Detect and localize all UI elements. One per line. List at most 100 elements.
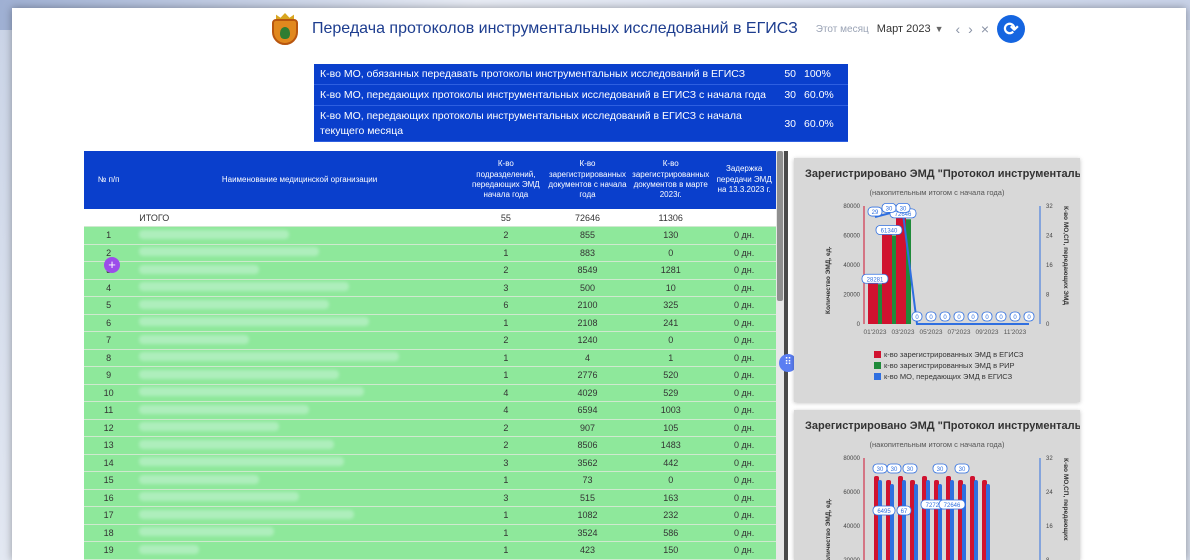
legend-item[interactable]: к-во зарегистрированных ЭМД в ЕГИСЗ	[874, 350, 1023, 361]
departments-count: 2	[465, 226, 546, 245]
table-row[interactable]: 17 1 1082 232 0 дн.	[84, 506, 776, 525]
redacted-name	[139, 229, 290, 239]
header-docs-month[interactable]: К-во зарегистрированных документов в мар…	[629, 151, 713, 209]
y2-tick-label: 16	[1046, 263, 1053, 269]
data-label: 29	[872, 210, 879, 216]
table-row[interactable]: 4 3 500 10 0 дн.	[84, 279, 776, 297]
table-row[interactable]: 10 4 4029 529 0 дн.	[84, 384, 776, 402]
y2-tick-label: 24	[1046, 490, 1053, 496]
redacted-name	[139, 264, 260, 274]
docs-year: 1082	[545, 506, 630, 525]
header-org-name[interactable]: Наименование медицинской организации	[133, 151, 466, 209]
delay-days: 0 дн.	[712, 506, 776, 525]
delay-days: 0 дн.	[712, 541, 776, 560]
docs-year: 3562	[545, 454, 630, 472]
docs-month: 241	[629, 314, 713, 332]
header-delay[interactable]: Задержка передачи ЭМД на 13.3.2023 г.	[712, 151, 776, 209]
chart-legend: к-во зарегистрированных ЭМД в ЕГИСЗ к-во…	[874, 350, 1023, 383]
table-row[interactable]: 32854912810 дн.	[84, 261, 776, 280]
delay-days: 0 дн.	[712, 296, 776, 315]
y2-tick-label: 24	[1046, 234, 1053, 240]
delay-days: 0 дн.	[712, 401, 776, 420]
legend-item[interactable]: к-во МО, передающих ЭМД в ЕГИСЗ	[874, 372, 1023, 383]
departments-count: 3	[465, 279, 546, 297]
table-row[interactable]: 2 1 883 0 0 дн.	[84, 244, 776, 262]
next-month-button[interactable]: ›	[968, 21, 973, 37]
bar-mo	[950, 480, 954, 560]
table-row[interactable]: 81410 дн.	[84, 349, 776, 367]
redacted-name	[139, 544, 200, 554]
organizations-table-container[interactable]: № п/п Наименование медицинской организац…	[84, 151, 776, 560]
header-number[interactable]: № п/п	[84, 151, 134, 209]
summary-count: 30	[784, 89, 796, 102]
docs-year: 73	[545, 471, 630, 490]
table-row[interactable]: 9 1 2776 520 0 дн.	[84, 366, 776, 385]
y-tick-label: 40000	[843, 263, 860, 269]
departments-count: 1	[465, 506, 546, 525]
summary-text: К-во МО, передающих протоколы инструмент…	[320, 110, 742, 137]
docs-month: 0	[629, 471, 713, 490]
chart-card-2: Зарегистрировано ЭМД "Протокол инструмен…	[794, 410, 1080, 560]
table-row[interactable]: 19 1 423 150 0 дн.	[84, 541, 776, 560]
table-row[interactable]: 5 6 2100 325 0 дн.	[84, 296, 776, 315]
table-row[interactable]: 12 2 907 105 0 дн.	[84, 419, 776, 437]
departments-count: 2	[465, 331, 546, 350]
departments-count: 4	[465, 401, 546, 420]
org-name	[133, 366, 466, 385]
docs-year: 4	[545, 349, 630, 367]
chart-1-plot: 80000 60000 40000 20000 0 32 24 16 8 0 Количество …	[825, 202, 1069, 336]
clear-month-button[interactable]: ×	[981, 21, 989, 37]
redacted-name	[139, 422, 280, 432]
table-row[interactable]: 16 3 515 163 0 дн.	[84, 489, 776, 507]
org-name	[133, 401, 466, 420]
org-name	[133, 331, 466, 350]
bar-mo	[902, 480, 906, 560]
table-row[interactable]: 14 3 3562 442 0 дн.	[84, 454, 776, 472]
redacted-name	[139, 439, 335, 449]
month-select[interactable]: Март 2023 ▼	[877, 23, 944, 35]
row-number: 4	[84, 279, 134, 297]
docs-month: 1003	[629, 401, 713, 420]
delay-days: 0 дн.	[712, 331, 776, 350]
table-row[interactable]: 7 2 1240 0 0 дн.	[84, 331, 776, 350]
table-row[interactable]: 6 1 2108 241 0 дн.	[84, 314, 776, 332]
region-crest-icon	[272, 13, 298, 45]
add-row-button[interactable]: +	[104, 257, 120, 273]
page-title: Передача протоколов инструментальных исс…	[312, 20, 798, 37]
redacted-name	[139, 509, 355, 519]
x-tick-label: 03'2023	[892, 329, 915, 336]
delay-days: 0 дн.	[712, 314, 776, 332]
y2-tick-label: 32	[1046, 456, 1053, 462]
delay-days: 0 дн.	[712, 279, 776, 297]
bar-egisz	[868, 282, 878, 324]
table-row[interactable]: 15 1 73 0 0 дн.	[84, 471, 776, 490]
total-docs-month: 11306	[629, 209, 713, 227]
month-label: Этот месяц	[815, 23, 869, 35]
prev-month-button[interactable]: ‹	[956, 21, 961, 37]
table-row[interactable]: 13 2 8506 1483 0 дн.	[84, 436, 776, 455]
table-row[interactable]: 18 1 3524 586 0 дн.	[84, 524, 776, 542]
scrollbar-thumb[interactable]	[777, 151, 783, 301]
legend-item[interactable]: к-во зарегистрированных ЭМД в РИР	[874, 361, 1023, 372]
summary-count: 30	[784, 117, 796, 130]
x-tick-label: 07'2023	[948, 329, 971, 336]
redacted-name	[139, 492, 300, 502]
data-label: 28281	[867, 277, 884, 283]
header-docs-year[interactable]: К-во зарегистрированных документов с нач…	[545, 151, 630, 209]
summary-percent: 60.0%	[804, 89, 834, 102]
data-label: 30	[907, 467, 914, 473]
y-tick-label: 80000	[843, 456, 860, 462]
org-name	[133, 419, 466, 437]
refresh-button[interactable]: ⟳	[997, 15, 1026, 43]
chart-2-plot: 800006000040000200003224168Количество ЭМ…	[825, 456, 1069, 560]
docs-month: 586	[629, 524, 713, 542]
departments-count: 1	[465, 524, 546, 542]
bar-mo	[914, 484, 918, 560]
x-tick-label: 11'2023	[1004, 329, 1027, 336]
table-row[interactable]: 1 2 855 130 0 дн.	[84, 226, 776, 245]
docs-year: 855	[545, 226, 630, 245]
org-name	[133, 454, 466, 472]
table-row[interactable]: 11 4 6594 1003 0 дн.	[84, 401, 776, 420]
header-departments[interactable]: К-во подразделений, передающих ЭМД начал…	[465, 151, 546, 209]
row-number: 12	[84, 419, 134, 437]
